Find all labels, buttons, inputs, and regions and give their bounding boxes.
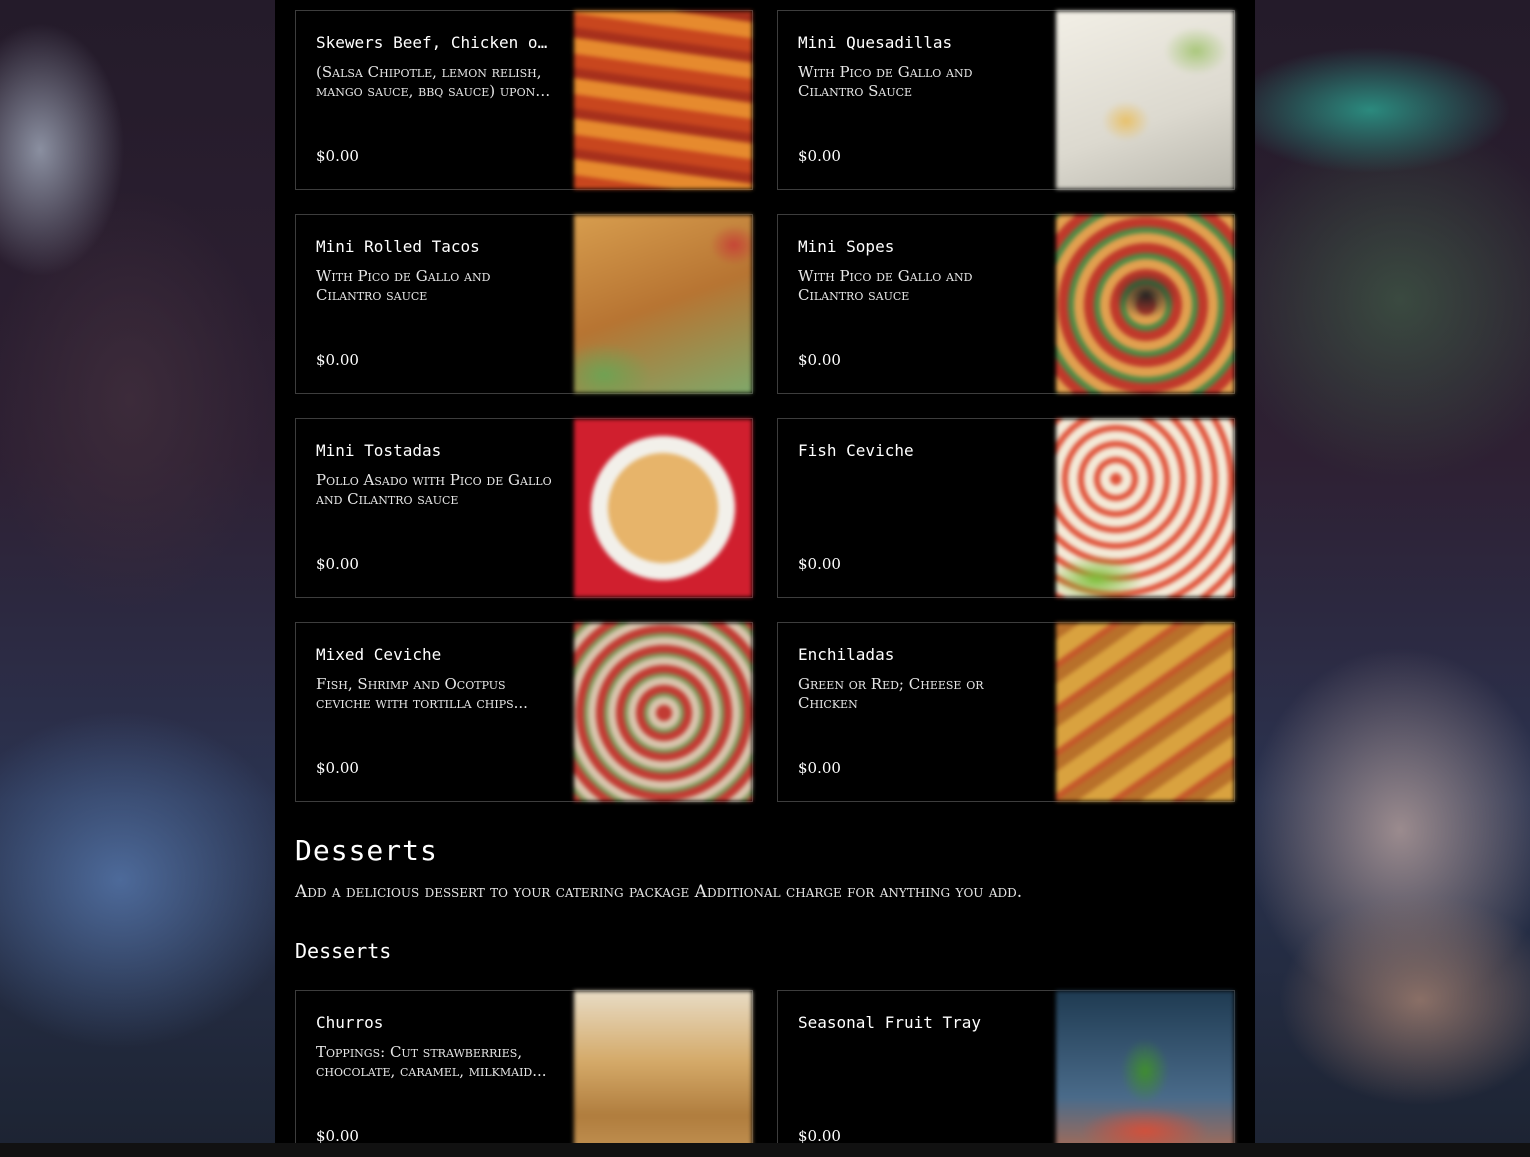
churros-photo [574,991,752,1143]
menu-item-card[interactable]: Mini Tostadas Pollo Asado with Pico de G… [295,418,753,598]
menu-item-name: Seasonal Fruit Tray [798,1013,982,1032]
menu-item-info: Fish Ceviche [798,441,1038,597]
enchiladas-photo [1056,623,1234,801]
menu-item-info: Seasonal Fruit Tray [798,1013,1038,1143]
menu-item-card[interactable]: Churros Toppings: Cut strawberries, choc… [295,990,753,1143]
menu-item-card[interactable]: Mixed Ceviche Fish, Shrimp and Ocotpus c… [295,622,753,802]
menu-item-name: Fish Ceviche [798,441,914,460]
menu-item-card[interactable]: Fish Ceviche $0.00 [777,418,1235,598]
bottom-bar [0,1143,1530,1157]
menu-item-card[interactable]: Seasonal Fruit Tray $0.00 [777,990,1235,1143]
mixed-ceviche-photo [574,623,752,801]
menu-item-card[interactable]: Enchiladas Green or Red; Cheese or Chick… [777,622,1235,802]
menu-item-price: $0.00 [316,759,359,777]
tostadas-photo [574,419,752,597]
menu-item-info: Mini Tostadas Pollo Asado with Pico de G… [316,441,556,597]
fruit-tray-photo [1056,991,1234,1143]
section-title: Desserts [295,834,438,867]
menu-item-price: $0.00 [798,147,841,165]
menu-item-name: Enchiladas [798,645,895,664]
menu-item-description: With Pico de Gallo and Cilantro sauce [798,267,973,304]
menu-item-description: With Pico de Gallo and Cilantro sauce [316,267,491,304]
menu-item-price: $0.00 [798,1127,841,1143]
menu-item-card[interactable]: Mini Sopes With Pico de Gallo and Cilant… [777,214,1235,394]
subsection-title: Desserts [295,939,392,963]
menu-item-price: $0.00 [316,555,359,573]
menu-item-description: Pollo Asado with Pico de Gallo and Cilan… [316,471,552,508]
menu-item-card[interactable]: Mini Rolled Tacos With Pico de Gallo and… [295,214,753,394]
menu-item-description: Fish, Shrimp and Ocotpus ceviche with to… [316,675,528,712]
section-description: Add a delicious dessert to your catering… [295,882,1023,902]
menu-item-price: $0.00 [316,351,359,369]
skewers-photo [574,11,752,189]
menu-item-price: $0.00 [316,147,359,165]
menu-item-price: $0.00 [798,555,841,573]
menu-item-info: Mixed Ceviche Fish, Shrimp and Ocotpus c… [316,645,556,801]
menu-item-description: With Pico de Gallo and Cilantro Sauce [798,63,973,100]
menu-item-info: Mini Sopes With Pico de Gallo and Cilant… [798,237,1038,393]
menu-column: Skewers Beef, Chicken or Shrimp (Salsa C… [275,0,1255,1143]
menu-item-name: Mini Tostadas [316,441,442,460]
menu-item-price: $0.00 [798,759,841,777]
menu-item-name: Mini Quesadillas [798,33,953,52]
menu-item-info: Mini Rolled Tacos With Pico de Gallo and… [316,237,556,393]
sopes-photo [1056,215,1234,393]
menu-item-price: $0.00 [798,351,841,369]
menu-item-card[interactable]: Mini Quesadillas With Pico de Gallo and … [777,10,1235,190]
menu-item-name: Mixed Ceviche [316,645,442,664]
fish-ceviche-photo [1056,419,1234,597]
menu-item-name: Mini Rolled Tacos [316,237,480,256]
menu-item-description: Toppings: Cut strawberries, chocolate, c… [316,1043,547,1080]
rolled-tacos-photo [574,215,752,393]
menu-item-name: Mini Sopes [798,237,895,256]
menu-item-description: Green or Red; Cheese or Chicken [798,675,984,712]
menu-item-price: $0.00 [316,1127,359,1143]
menu-item-card[interactable]: Skewers Beef, Chicken or Shrimp (Salsa C… [295,10,753,190]
menu-item-name: Churros [316,1013,384,1032]
menu-item-description: (Salsa Chipotle, lemon relish, mango sau… [316,63,542,100]
menu-item-info: Mini Quesadillas With Pico de Gallo and … [798,33,1038,189]
menu-item-info: Enchiladas Green or Red; Cheese or Chick… [798,645,1038,801]
menu-item-name: Skewers Beef, Chicken or Shrimp [316,33,552,52]
menu-item-info: Churros Toppings: Cut strawberries, choc… [316,1013,556,1143]
quesadillas-photo [1056,11,1234,189]
menu-item-info: Skewers Beef, Chicken or Shrimp (Salsa C… [316,33,556,189]
